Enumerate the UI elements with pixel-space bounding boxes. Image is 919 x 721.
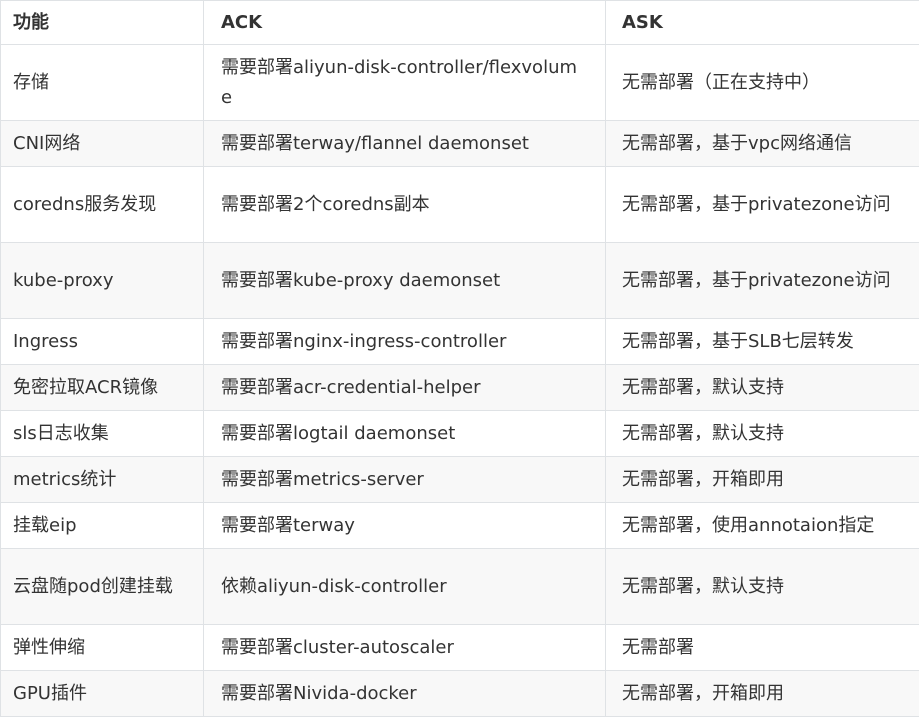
ack-cell: 需要部署acr-credential-helper	[203, 364, 606, 411]
feature-cell: Ingress	[0, 318, 204, 365]
table-row: GPU插件 需要部署Nivida-docker 无需部署，开箱即用	[0, 670, 919, 717]
ack-cell: 需要部署cluster-autoscaler	[203, 624, 606, 671]
ack-cell: 依赖aliyun-disk-controller	[203, 548, 606, 625]
feature-comparison-table: 功能 ACK ASK 存储 需要部署aliyun-disk-controller…	[0, 0, 919, 717]
ack-cell: 需要部署logtail daemonset	[203, 410, 606, 457]
table-row: sls日志收集 需要部署logtail daemonset 无需部署，默认支持	[0, 410, 919, 457]
ack-cell: 需要部署Nivida-docker	[203, 670, 606, 717]
ask-cell: 无需部署，开箱即用	[605, 670, 919, 717]
ask-cell: 无需部署，默认支持	[605, 364, 919, 411]
feature-cell: CNI网络	[0, 120, 204, 167]
ask-cell: 无需部署，基于vpc网络通信	[605, 120, 919, 167]
ask-cell: 无需部署（正在支持中）	[605, 44, 919, 121]
table-row: 存储 需要部署aliyun-disk-controller/flexvolume…	[0, 44, 919, 121]
ack-cell: 需要部署nginx-ingress-controller	[203, 318, 606, 365]
ask-cell: 无需部署，基于SLB七层转发	[605, 318, 919, 365]
table-row: CNI网络 需要部署terway/flannel daemonset 无需部署，…	[0, 120, 919, 167]
feature-cell: 云盘随pod创建挂载	[0, 548, 204, 625]
ask-cell: 无需部署，开箱即用	[605, 456, 919, 503]
feature-cell: GPU插件	[0, 670, 204, 717]
ask-cell: 无需部署	[605, 624, 919, 671]
feature-cell: kube-proxy	[0, 242, 204, 319]
table-row: 挂载eip 需要部署terway 无需部署，使用annotaion指定	[0, 502, 919, 549]
table-row: coredns服务发现 需要部署2个coredns副本 无需部署，基于priva…	[0, 166, 919, 243]
header-feature: 功能	[0, 0, 204, 45]
feature-cell: coredns服务发现	[0, 166, 204, 243]
table-row: 免密拉取ACR镜像 需要部署acr-credential-helper 无需部署…	[0, 364, 919, 411]
table-row: 弹性伸缩 需要部署cluster-autoscaler 无需部署	[0, 624, 919, 671]
ack-cell: 需要部署2个coredns副本	[203, 166, 606, 243]
ask-cell: 无需部署，基于privatezone访问	[605, 166, 919, 243]
feature-cell: metrics统计	[0, 456, 204, 503]
header-ask: ASK	[605, 0, 919, 45]
ask-cell: 无需部署，基于privatezone访问	[605, 242, 919, 319]
ask-cell: 无需部署，默认支持	[605, 548, 919, 625]
header-row: 功能 ACK ASK	[0, 0, 919, 45]
feature-cell: 免密拉取ACR镜像	[0, 364, 204, 411]
ask-cell: 无需部署，使用annotaion指定	[605, 502, 919, 549]
ack-cell: 需要部署aliyun-disk-controller/flexvolume	[203, 44, 606, 121]
feature-cell: sls日志收集	[0, 410, 204, 457]
feature-cell: 弹性伸缩	[0, 624, 204, 671]
table-body: 存储 需要部署aliyun-disk-controller/flexvolume…	[0, 44, 919, 717]
ask-cell: 无需部署，默认支持	[605, 410, 919, 457]
table-row: metrics统计 需要部署metrics-server 无需部署，开箱即用	[0, 456, 919, 503]
ack-cell: 需要部署terway	[203, 502, 606, 549]
table-row: 云盘随pod创建挂载 依赖aliyun-disk-controller 无需部署…	[0, 548, 919, 625]
feature-cell: 挂载eip	[0, 502, 204, 549]
header-ack: ACK	[203, 0, 606, 45]
ack-cell: 需要部署metrics-server	[203, 456, 606, 503]
table-row: kube-proxy 需要部署kube-proxy daemonset 无需部署…	[0, 242, 919, 319]
table-header: 功能 ACK ASK	[0, 0, 919, 45]
ack-cell: 需要部署terway/flannel daemonset	[203, 120, 606, 167]
ack-cell: 需要部署kube-proxy daemonset	[203, 242, 606, 319]
table-row: Ingress 需要部署nginx-ingress-controller 无需部…	[0, 318, 919, 365]
feature-cell: 存储	[0, 44, 204, 121]
